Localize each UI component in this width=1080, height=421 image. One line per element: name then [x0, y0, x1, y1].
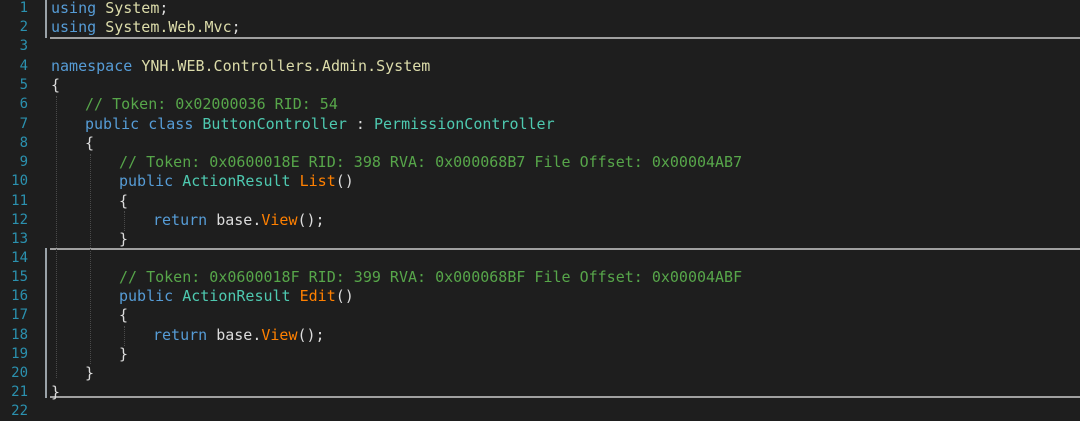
line-number: 8: [19, 135, 28, 151]
keyword: public class: [85, 115, 194, 133]
line-number: 11: [11, 193, 28, 209]
line-number: 12: [11, 212, 28, 228]
keyword: public: [119, 172, 174, 190]
code-line: using System.Web.Mvc;: [51, 18, 241, 37]
line-number: 17: [11, 307, 28, 323]
code-line: {: [119, 192, 128, 211]
line-number: 4: [19, 58, 28, 74]
brace: }: [119, 230, 129, 248]
punctuation: ;: [231, 18, 241, 36]
punctuation: (): [335, 172, 354, 190]
line-number: 14: [11, 250, 28, 266]
line-number: 1: [19, 0, 28, 16]
keyword: public: [119, 287, 174, 305]
line-number-gutter: 1 2 3 4 5 6 7 8 9 10 11 12 13 14 15 16 1…: [0, 0, 34, 419]
keyword: return: [153, 326, 208, 344]
code-line: return base.View();: [153, 211, 325, 230]
punctuation: ();: [297, 211, 325, 229]
code-line: {: [51, 76, 60, 95]
brace: }: [85, 364, 95, 382]
brace: {: [119, 306, 129, 324]
line-number: 10: [11, 173, 28, 189]
code-line: }: [119, 345, 128, 364]
keyword: return: [153, 211, 208, 229]
base-class-name: PermissionController: [374, 115, 555, 133]
code-editor[interactable]: 1 2 3 4 5 6 7 8 9 10 11 12 13 14 15 16 1…: [0, 0, 1080, 419]
method-name: View: [261, 211, 298, 229]
line-number: 6: [19, 96, 28, 112]
namespace-name: System: [105, 0, 160, 17]
brace: {: [119, 192, 129, 210]
line-number: 18: [11, 327, 28, 343]
method-name: View: [261, 326, 298, 344]
line-number: 13: [11, 231, 28, 247]
code-line: }: [119, 230, 128, 249]
class-name: ButtonController: [202, 115, 347, 133]
line-number: 22: [11, 403, 28, 419]
type-name: ActionResult: [182, 172, 291, 190]
line-number: 15: [11, 269, 28, 285]
code-line: // Token: 0x0600018E RID: 398 RVA: 0x000…: [119, 153, 742, 172]
line-number: 5: [19, 77, 28, 93]
identifier: base.: [216, 326, 262, 344]
code-line: public ActionResult List(): [119, 172, 354, 191]
brace: {: [51, 76, 61, 94]
code-line: // Token: 0x0600018F RID: 399 RVA: 0x000…: [119, 268, 742, 287]
line-number: 20: [11, 365, 28, 381]
type-name: ActionResult: [182, 287, 291, 305]
keyword: using: [51, 0, 97, 17]
punctuation: ();: [297, 326, 325, 344]
punctuation: (): [335, 287, 354, 305]
namespace-name: YNH.WEB.Controllers.Admin.System: [141, 57, 431, 75]
line-number: 19: [11, 346, 28, 362]
brace: }: [119, 345, 129, 363]
line-number: 2: [19, 19, 28, 35]
code-line: {: [85, 134, 94, 153]
keyword: namespace: [51, 57, 133, 75]
code-line: {: [119, 306, 128, 325]
brace: }: [51, 383, 61, 401]
code-line: public ActionResult Edit(): [119, 287, 354, 306]
line-number: 7: [19, 116, 28, 132]
code-line: }: [85, 364, 94, 383]
line-number: 9: [19, 154, 28, 170]
line-number: 16: [11, 288, 28, 304]
namespace-name: System.Web.Mvc: [105, 18, 232, 36]
code-line: return base.View();: [153, 326, 325, 345]
keyword: using: [51, 18, 97, 36]
punctuation: :: [346, 115, 374, 133]
comment: // Token: 0x0600018F RID: 399 RVA: 0x000…: [119, 268, 743, 286]
identifier: base.: [216, 211, 262, 229]
method-name: List: [299, 172, 336, 190]
code-line: namespace YNH.WEB.Controllers.Admin.Syst…: [51, 57, 430, 76]
punctuation: ;: [159, 0, 169, 17]
comment: // Token: 0x0600018E RID: 398 RVA: 0x000…: [119, 153, 743, 171]
code-line: using System;: [51, 0, 168, 18]
brace: {: [85, 134, 95, 152]
line-number: 21: [11, 384, 28, 400]
code-line: public class ButtonController : Permissi…: [85, 115, 555, 134]
code-line: // Token: 0x02000036 RID: 54: [85, 95, 338, 114]
code-area[interactable]: using System; using System.Web.Mvc; name…: [40, 0, 1080, 419]
line-number: 3: [19, 38, 28, 54]
method-name: Edit: [299, 287, 336, 305]
comment: // Token: 0x02000036 RID: 54: [85, 95, 338, 113]
code-line: }: [51, 383, 60, 402]
